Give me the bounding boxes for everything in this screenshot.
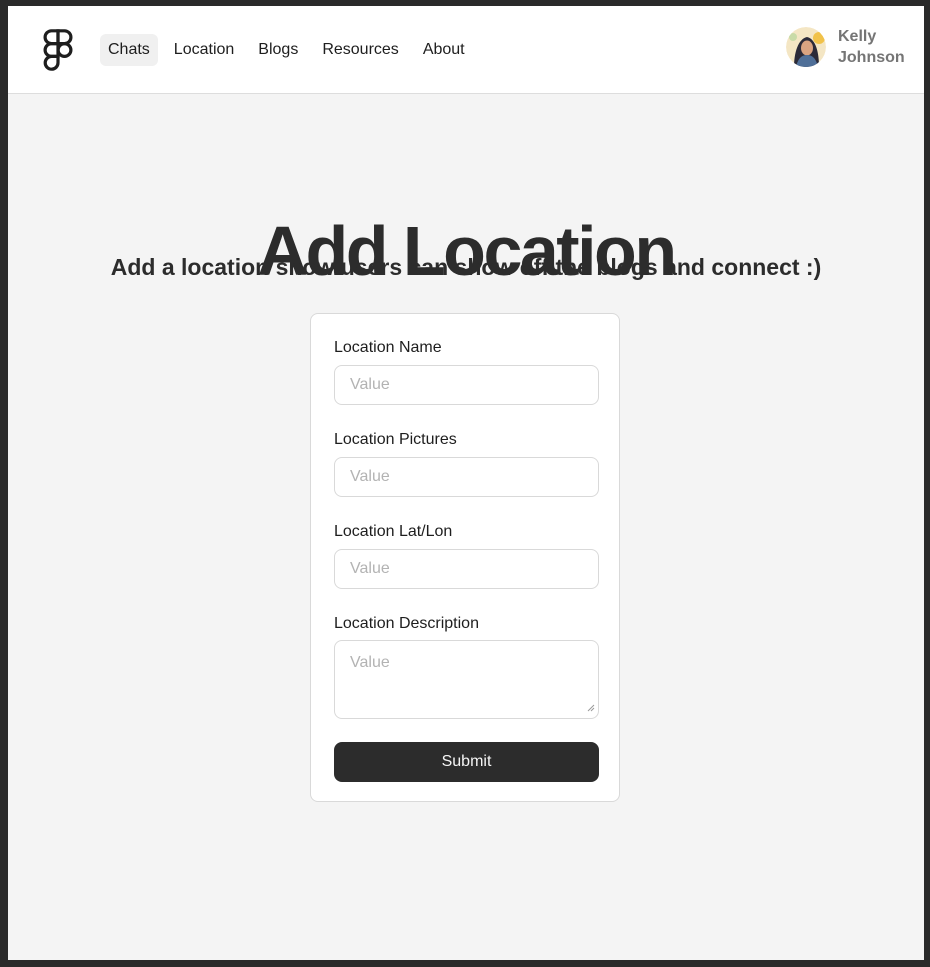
nav-link-location[interactable]: Location bbox=[166, 34, 243, 66]
main-navigation: Chats Location Blogs Resources About bbox=[100, 34, 473, 66]
nav-link-blogs[interactable]: Blogs bbox=[250, 34, 306, 66]
location-description-label: Location Description bbox=[334, 615, 479, 632]
user-profile[interactable]: Kelly Johnson bbox=[786, 26, 908, 68]
add-location-form: Location Name Location Pictures Location… bbox=[310, 313, 620, 802]
user-avatar[interactable] bbox=[786, 27, 826, 67]
resize-handle-icon[interactable] bbox=[587, 704, 595, 712]
nav-link-chats[interactable]: Chats bbox=[100, 34, 158, 66]
nav-link-about[interactable]: About bbox=[415, 34, 473, 66]
location-description-textarea[interactable] bbox=[334, 640, 599, 719]
location-pictures-input[interactable] bbox=[334, 457, 599, 497]
location-name-label: Location Name bbox=[334, 339, 442, 356]
figma-logo-icon[interactable] bbox=[43, 29, 73, 71]
location-name-input[interactable] bbox=[334, 365, 599, 405]
submit-button[interactable]: Submit bbox=[334, 742, 599, 782]
page-subtitle: Add a location show users can show off t… bbox=[110, 254, 822, 280]
nav-link-resources[interactable]: Resources bbox=[314, 34, 406, 66]
location-pictures-label: Location Pictures bbox=[334, 431, 457, 448]
app-window: Chats Location Blogs Resources About Kel… bbox=[8, 6, 924, 960]
user-name: Kelly Johnson bbox=[838, 28, 905, 66]
location-latlon-input[interactable] bbox=[334, 549, 599, 589]
top-navigation-bar: Chats Location Blogs Resources About Kel… bbox=[8, 6, 924, 94]
location-latlon-label: Location Lat/Lon bbox=[334, 523, 453, 540]
